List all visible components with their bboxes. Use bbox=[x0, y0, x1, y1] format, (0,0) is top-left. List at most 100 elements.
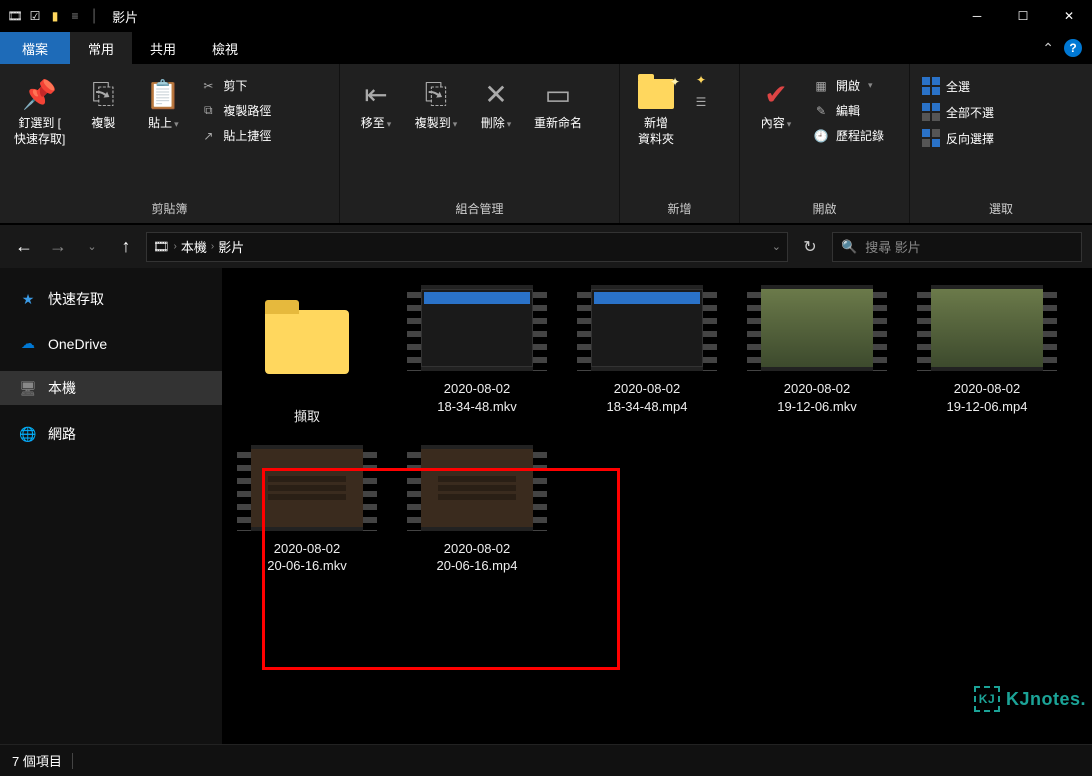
move-to-button[interactable]: ⇤移至▾ bbox=[348, 70, 404, 136]
copy-button[interactable]: ⎘ 複製 bbox=[75, 70, 131, 136]
pin-to-quick-access-button[interactable]: 📌 釘選到 [ 快速存取] bbox=[8, 70, 71, 151]
tab-home[interactable]: 常用 bbox=[70, 32, 132, 64]
properties-icon: ✔ bbox=[764, 74, 787, 114]
move-icon: ⇤ bbox=[364, 74, 387, 114]
item-count: 7 個項目 bbox=[12, 751, 62, 770]
sidebar-quick-access[interactable]: ★快速存取 bbox=[0, 282, 222, 316]
select-none-button[interactable]: 全部不選 bbox=[918, 100, 998, 124]
watermark-icon: KJ bbox=[974, 686, 1000, 712]
group-new-label: 新增 bbox=[620, 197, 739, 223]
paste-icon: 📋 bbox=[146, 74, 181, 114]
group-clipboard-label: 剪貼簿 bbox=[0, 197, 339, 223]
qat-properties-icon[interactable]: ☑ bbox=[26, 7, 44, 25]
address-dropdown-icon[interactable]: ⌄ bbox=[772, 240, 781, 253]
edit-icon: ✎ bbox=[812, 104, 830, 118]
file-name: 2020-08-02 19-12-06.mp4 bbox=[947, 380, 1028, 415]
copy-to-button[interactable]: ⎘複製到▾ bbox=[408, 70, 464, 136]
delete-icon: ✕ bbox=[484, 74, 507, 114]
title-bar: 🎞 ☑ ▮ ≡ | 影片 ─ ☐ ✕ bbox=[0, 0, 1092, 32]
tab-file[interactable]: 檔案 bbox=[0, 32, 70, 64]
video-thumbnail bbox=[917, 282, 1057, 374]
maximize-button[interactable]: ☐ bbox=[1000, 0, 1046, 32]
qat-folder-icon[interactable]: ▮ bbox=[46, 7, 64, 25]
sidebar-network[interactable]: 🌐網路 bbox=[0, 417, 222, 451]
folder-item[interactable]: 擷取 bbox=[232, 282, 382, 426]
new-folder-button[interactable]: ✦ 新增 資料夾 bbox=[628, 70, 684, 151]
new-item-icon: ✦ bbox=[692, 73, 710, 87]
file-name: 2020-08-02 20-06-16.mkv bbox=[267, 540, 346, 575]
search-box[interactable]: 🔍 搜尋 影片 bbox=[832, 232, 1082, 262]
select-none-icon bbox=[922, 103, 940, 121]
tab-share[interactable]: 共用 bbox=[132, 32, 194, 64]
video-thumbnail bbox=[747, 282, 887, 374]
easy-access-button[interactable]: ☰ bbox=[688, 92, 714, 112]
video-thumbnail bbox=[577, 282, 717, 374]
breadcrumb-pc[interactable]: 本機 bbox=[181, 237, 207, 256]
ribbon: 📌 釘選到 [ 快速存取] ⎘ 複製 📋 貼上▾ ✂剪下 ⧉複製路徑 ↗貼上捷徑… bbox=[0, 64, 1092, 224]
refresh-button[interactable]: ↻ bbox=[794, 232, 826, 262]
invert-selection-button[interactable]: 反向選擇 bbox=[918, 126, 998, 150]
open-icon: ▦ bbox=[812, 79, 830, 93]
address-bar[interactable]: 🎞 › 本機 › 影片 ⌄ bbox=[146, 232, 788, 262]
video-thumbnail bbox=[407, 442, 547, 534]
help-icon[interactable]: ? bbox=[1064, 39, 1082, 57]
paste-button[interactable]: 📋 貼上▾ bbox=[135, 70, 191, 136]
chevron-icon[interactable]: › bbox=[211, 241, 214, 252]
watermark: KJ KJnotes. bbox=[974, 686, 1086, 712]
new-item-button[interactable]: ✦ bbox=[688, 70, 714, 90]
invert-icon bbox=[922, 129, 940, 147]
sidebar-onedrive[interactable]: ☁OneDrive bbox=[0, 328, 222, 359]
history-button[interactable]: 🕘歷程記錄 bbox=[808, 124, 888, 147]
edit-button[interactable]: ✎編輯 bbox=[808, 99, 888, 122]
cut-icon: ✂ bbox=[199, 79, 217, 93]
group-select-label: 選取 bbox=[910, 197, 1092, 223]
file-item[interactable]: 2020-08-02 18-34-48.mp4 bbox=[572, 282, 722, 426]
back-button[interactable]: ← bbox=[10, 236, 38, 257]
file-name: 2020-08-02 18-34-48.mkv bbox=[437, 380, 516, 415]
tab-view[interactable]: 檢視 bbox=[194, 32, 256, 64]
folder-icon bbox=[237, 282, 377, 402]
breadcrumb-folder[interactable]: 影片 bbox=[218, 237, 244, 256]
file-item[interactable]: 2020-08-02 18-34-48.mkv bbox=[402, 282, 552, 426]
group-open-label: 開啟 bbox=[740, 197, 909, 223]
rename-icon: ▭ bbox=[545, 74, 571, 114]
file-name: 擷取 bbox=[294, 408, 320, 426]
file-list[interactable]: 擷取 2020-08-02 18-34-48.mkv 2020-08-02 18-3… bbox=[222, 268, 1092, 744]
properties-button[interactable]: ✔內容▾ bbox=[748, 70, 804, 136]
rename-button[interactable]: ▭重新命名 bbox=[528, 70, 588, 136]
pc-icon: 🖥 bbox=[18, 380, 38, 397]
collapse-ribbon-icon[interactable]: ⌃ bbox=[1042, 40, 1054, 57]
navigation-pane: ★快速存取 ☁OneDrive 🖥本機 🌐網路 bbox=[0, 268, 222, 744]
paste-shortcut-button[interactable]: ↗貼上捷徑 bbox=[195, 124, 275, 147]
qat-dropdown-icon[interactable]: ≡ bbox=[66, 7, 84, 25]
path-icon: ⧉ bbox=[199, 103, 217, 118]
new-folder-icon: ✦ bbox=[638, 74, 674, 114]
close-button[interactable]: ✕ bbox=[1046, 0, 1092, 32]
file-name: 2020-08-02 20-06-16.mp4 bbox=[437, 540, 518, 575]
star-icon: ★ bbox=[18, 291, 38, 308]
open-button[interactable]: ▦開啟▾ bbox=[808, 74, 888, 97]
window-title: 影片 bbox=[112, 7, 138, 26]
group-organize-label: 組合管理 bbox=[340, 197, 619, 223]
select-all-button[interactable]: 全選 bbox=[918, 74, 998, 98]
copy-path-button[interactable]: ⧉複製路徑 bbox=[195, 99, 275, 122]
up-button[interactable]: ↑ bbox=[112, 236, 140, 257]
file-item[interactable]: 2020-08-02 20-06-16.mp4 bbox=[402, 442, 552, 575]
minimize-button[interactable]: ─ bbox=[954, 0, 1000, 32]
file-item[interactable]: 2020-08-02 19-12-06.mp4 bbox=[912, 282, 1062, 426]
file-name: 2020-08-02 18-34-48.mp4 bbox=[607, 380, 688, 415]
video-thumbnail bbox=[237, 442, 377, 534]
recent-dropdown[interactable]: ⌄ bbox=[78, 240, 106, 253]
pin-icon: 📌 bbox=[22, 74, 57, 114]
file-item[interactable]: 2020-08-02 19-12-06.mkv bbox=[742, 282, 892, 426]
file-item[interactable]: 2020-08-02 20-06-16.mkv bbox=[232, 442, 382, 575]
cut-button[interactable]: ✂剪下 bbox=[195, 74, 275, 97]
search-icon: 🔍 bbox=[841, 239, 857, 255]
navigation-bar: ← → ⌄ ↑ 🎞 › 本機 › 影片 ⌄ ↻ 🔍 搜尋 影片 bbox=[0, 224, 1092, 268]
cloud-icon: ☁ bbox=[18, 335, 38, 352]
forward-button[interactable]: → bbox=[44, 236, 72, 257]
file-name: 2020-08-02 19-12-06.mkv bbox=[777, 380, 856, 415]
delete-button[interactable]: ✕刪除▾ bbox=[468, 70, 524, 136]
chevron-icon[interactable]: › bbox=[174, 241, 177, 252]
sidebar-this-pc[interactable]: 🖥本機 bbox=[0, 371, 222, 405]
